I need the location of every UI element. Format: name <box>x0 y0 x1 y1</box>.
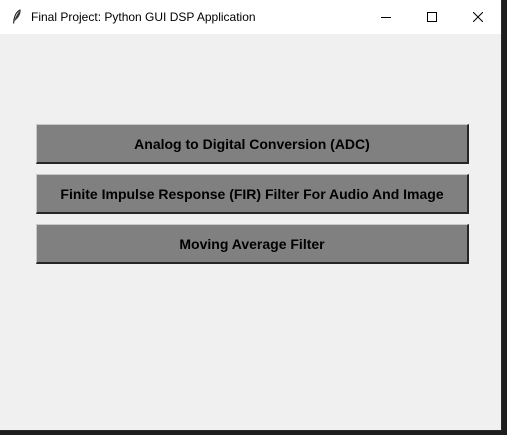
title-bar[interactable]: Final Project: Python GUI DSP Applicatio… <box>0 0 501 34</box>
minimize-icon <box>381 17 391 18</box>
feather-icon <box>11 9 23 25</box>
app-window: Final Project: Python GUI DSP Applicatio… <box>0 0 502 431</box>
close-icon <box>473 12 483 22</box>
adc-button[interactable]: Analog to Digital Conversion (ADC) <box>36 124 469 164</box>
close-button[interactable] <box>455 0 501 34</box>
minimize-button[interactable] <box>363 0 409 34</box>
maximize-icon <box>427 12 437 22</box>
desktop-background: Final Project: Python GUI DSP Applicatio… <box>0 0 507 435</box>
window-controls <box>363 0 501 34</box>
window-client-area: Analog to Digital Conversion (ADC) Finit… <box>0 34 501 430</box>
fir-filter-button[interactable]: Finite Impulse Response (FIR) Filter For… <box>36 174 469 214</box>
window-title: Final Project: Python GUI DSP Applicatio… <box>31 10 256 24</box>
maximize-button[interactable] <box>409 0 455 34</box>
moving-average-filter-button[interactable]: Moving Average Filter <box>36 224 469 264</box>
